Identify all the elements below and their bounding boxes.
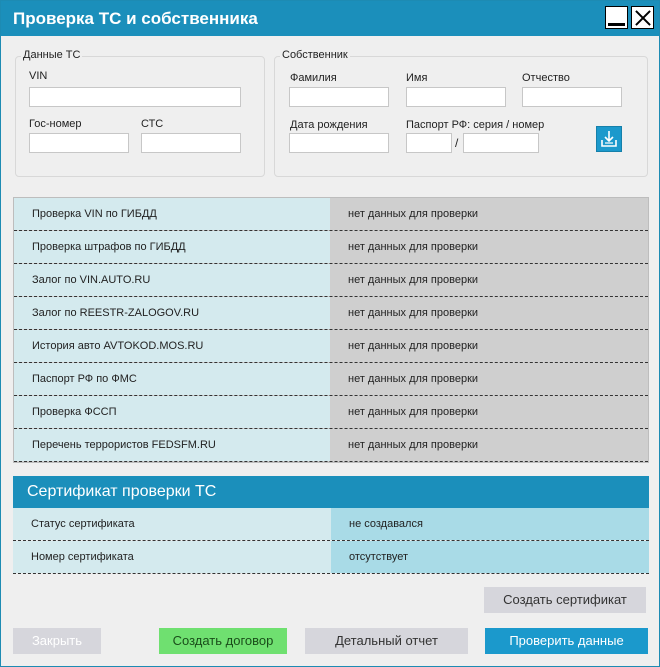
download-tray-icon	[601, 131, 617, 147]
table-row: История авто AVTOKOD.MOS.RU нет данных д…	[14, 330, 648, 363]
table-row: Проверка ФССП нет данных для проверки	[14, 396, 648, 429]
table-row: Проверка штрафов по ГИБДД нет данных для…	[14, 231, 648, 264]
passport-number-input[interactable]	[463, 133, 539, 153]
verify-data-button[interactable]: Проверить данные	[485, 628, 648, 654]
check-name: Паспорт РФ по ФМС	[14, 363, 330, 395]
check-name: Проверка ФССП	[14, 396, 330, 428]
plate-input[interactable]	[29, 133, 129, 153]
table-row: Залог по REESTR-ZALOGOV.RU нет данных дл…	[14, 297, 648, 330]
check-name: Проверка штрафов по ГИБДД	[14, 231, 330, 263]
plate-label: Гос-номер	[29, 118, 82, 130]
check-name: История авто AVTOKOD.MOS.RU	[14, 330, 330, 362]
owner-legend: Собственник	[280, 49, 350, 61]
patronymic-label: Отчество	[522, 72, 570, 84]
first-name-input[interactable]	[406, 87, 506, 107]
sts-input[interactable]	[141, 133, 241, 153]
last-name-label: Фамилия	[290, 72, 337, 84]
vehicle-legend: Данные ТС	[21, 49, 83, 61]
first-name-label: Имя	[406, 72, 428, 84]
check-name: Залог по REESTR-ZALOGOV.RU	[14, 297, 330, 329]
create-certificate-button[interactable]: Создать сертификат	[484, 587, 646, 613]
check-status: нет данных для проверки	[330, 264, 648, 296]
minimize-icon[interactable]	[605, 6, 628, 29]
certificate-title: Сертификат проверки ТС	[13, 476, 649, 508]
birth-date-label: Дата рождения	[290, 119, 368, 131]
certificate-number-value: отсутствует	[331, 541, 649, 573]
check-name: Залог по VIN.AUTO.RU	[14, 264, 330, 296]
detailed-report-button[interactable]: Детальный отчет	[305, 628, 468, 654]
check-name: Перечень террористов FEDSFM.RU	[14, 429, 330, 461]
check-name: Проверка VIN по ГИБДД	[14, 198, 330, 230]
certificate-status-value: не создавался	[331, 508, 649, 540]
check-status: нет данных для проверки	[330, 396, 648, 428]
title-bar[interactable]: Проверка ТС и собственника	[1, 1, 659, 36]
close-button[interactable]: Закрыть	[13, 628, 101, 654]
vehicle-group: Данные ТС VIN Гос-номер СТС	[15, 49, 265, 177]
passport-label: Паспорт РФ: серия / номер	[406, 119, 545, 131]
load-owner-button[interactable]	[596, 126, 622, 152]
patronymic-input[interactable]	[522, 87, 622, 107]
birth-date-input[interactable]	[289, 133, 389, 153]
certificate-number-label: Номер сертификата	[13, 541, 331, 573]
create-contract-button[interactable]: Создать договор	[159, 628, 287, 654]
check-status: нет данных для проверки	[330, 198, 648, 230]
passport-series-input[interactable]	[406, 133, 452, 153]
check-status: нет данных для проверки	[330, 363, 648, 395]
owner-group: Собственник Фамилия Имя Отчество Дата ро…	[274, 49, 648, 177]
check-status: нет данных для проверки	[330, 297, 648, 329]
vin-label: VIN	[29, 70, 48, 82]
check-status: нет данных для проверки	[330, 429, 648, 461]
certificate-status-label: Статус сертификата	[13, 508, 331, 540]
check-status: нет данных для проверки	[330, 330, 648, 362]
sts-label: СТС	[141, 118, 164, 130]
table-row: Паспорт РФ по ФМС нет данных для проверк…	[14, 363, 648, 396]
passport-separator: /	[455, 136, 459, 150]
table-row: Перечень террористов FEDSFM.RU нет данны…	[14, 429, 648, 462]
table-row: Проверка VIN по ГИБДД нет данных для про…	[14, 198, 648, 231]
check-status: нет данных для проверки	[330, 231, 648, 263]
main-window: Проверка ТС и собственника Данные ТС VIN…	[0, 0, 660, 667]
window-title: Проверка ТС и собственника	[13, 9, 258, 28]
last-name-input[interactable]	[289, 87, 389, 107]
table-row: Залог по VIN.AUTO.RU нет данных для пров…	[14, 264, 648, 297]
vin-input[interactable]	[29, 87, 241, 107]
close-icon[interactable]	[631, 6, 654, 29]
checks-table: Проверка VIN по ГИБДД нет данных для про…	[13, 197, 649, 463]
table-row: Статус сертификата не создавался	[13, 508, 649, 541]
table-row: Номер сертификата отсутствует	[13, 541, 649, 574]
